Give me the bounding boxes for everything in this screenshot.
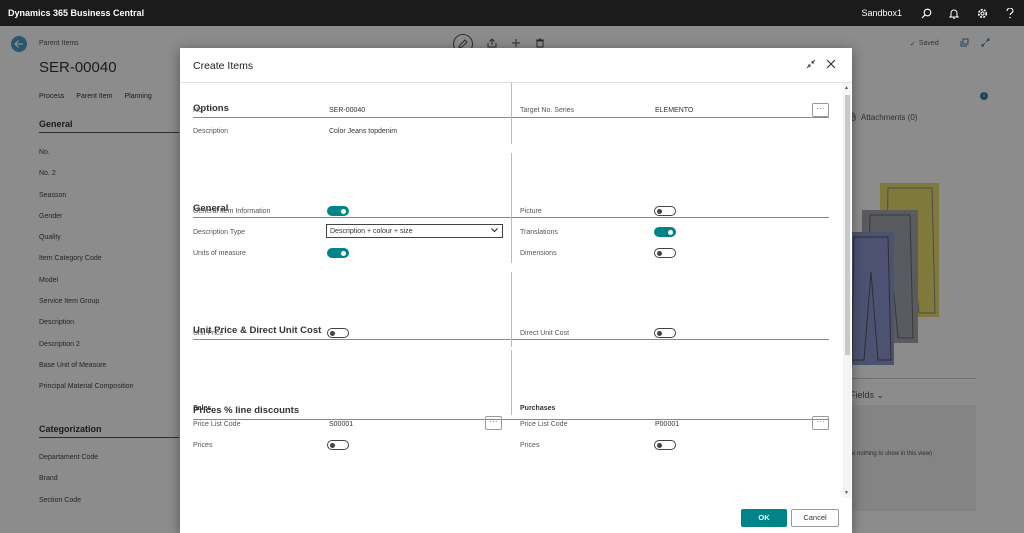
dimensions-label: Dimensions [520, 250, 557, 257]
units-of-measure-toggle[interactable] [327, 248, 349, 258]
chevron-down-icon [491, 228, 498, 235]
target-no-series-label: Target No. Series [520, 107, 575, 114]
search-icon[interactable] [912, 0, 940, 26]
help-icon[interactable] [996, 0, 1024, 26]
column-divider [511, 272, 512, 347]
description-value[interactable]: Color Jeans topdenim [329, 128, 397, 135]
dialog-content: Options No. SER-00040 Description Color … [180, 83, 852, 498]
sales-subheader: Sales [193, 405, 212, 412]
sales-prices-toggle[interactable] [327, 440, 349, 450]
description-type-value: Description + colour + size [330, 228, 413, 235]
units-of-measure-label: Units of measure [193, 250, 246, 257]
unit-price-toggle[interactable] [327, 328, 349, 338]
column-divider [511, 153, 512, 263]
app-title[interactable]: Dynamics 365 Business Central [8, 8, 144, 18]
top-bar: Dynamics 365 Business Central Sandbox1 [0, 0, 1024, 26]
purchases-price-list-code-value[interactable]: P00001 [655, 421, 679, 428]
no-value[interactable]: SER-00040 [329, 107, 365, 114]
translations-label: Translations [520, 229, 558, 236]
gear-icon[interactable] [968, 0, 996, 26]
dialog-title: Create Items [193, 60, 254, 72]
dialog-window-controls [806, 59, 836, 71]
direct-unit-cost-toggle[interactable] [654, 328, 676, 338]
column-divider [511, 83, 512, 144]
sales-prices-label: Prices [193, 442, 213, 449]
purchases-prices-label: Prices [520, 442, 540, 449]
sales-price-list-code-value[interactable]: S00001 [329, 421, 353, 428]
scrollbar-thumb[interactable] [845, 95, 850, 355]
collapse-icon[interactable] [806, 59, 816, 71]
picture-toggle[interactable] [654, 206, 676, 216]
dimensions-toggle[interactable] [654, 248, 676, 258]
unit-price-label: Unit Price [193, 330, 224, 337]
create-items-dialog: Create Items Options No. SER-00040 Descr… [180, 48, 852, 533]
bell-icon[interactable] [940, 0, 968, 26]
environment-name[interactable]: Sandbox1 [861, 8, 902, 18]
purchases-price-list-code-label: Price List Code [520, 421, 568, 428]
description-type-label: Description Type [193, 229, 246, 236]
scroll-down-icon[interactable]: ▼ [844, 490, 849, 496]
picture-label: Picture [520, 208, 542, 215]
purchases-price-list-lookup-button[interactable]: ··· [812, 416, 829, 430]
purchases-prices-toggle[interactable] [654, 440, 676, 450]
target-no-series-value[interactable]: ELEMENTO [655, 107, 693, 114]
purchases-subheader: Purchases [520, 405, 556, 412]
general-item-information-toggle[interactable] [327, 206, 349, 216]
dialog-scrollbar[interactable]: ▲ ▼ [843, 83, 851, 498]
general-item-information-label: General Item Information [193, 208, 271, 215]
translations-toggle[interactable] [654, 227, 676, 237]
sales-price-list-code-label: Price List Code [193, 421, 241, 428]
scroll-up-icon[interactable]: ▲ [844, 85, 849, 91]
direct-unit-cost-label: Direct Unit Cost [520, 330, 570, 337]
description-type-select[interactable]: Description + colour + size [326, 224, 503, 238]
ok-button[interactable]: OK [741, 509, 787, 527]
cancel-button[interactable]: Cancel [791, 509, 839, 527]
column-divider [511, 350, 512, 415]
close-icon[interactable] [826, 59, 836, 71]
sales-price-list-lookup-button[interactable]: ··· [485, 416, 502, 430]
target-no-series-lookup-button[interactable]: ··· [812, 103, 829, 117]
description-label: Description [193, 128, 229, 135]
no-label: No. [193, 107, 204, 114]
